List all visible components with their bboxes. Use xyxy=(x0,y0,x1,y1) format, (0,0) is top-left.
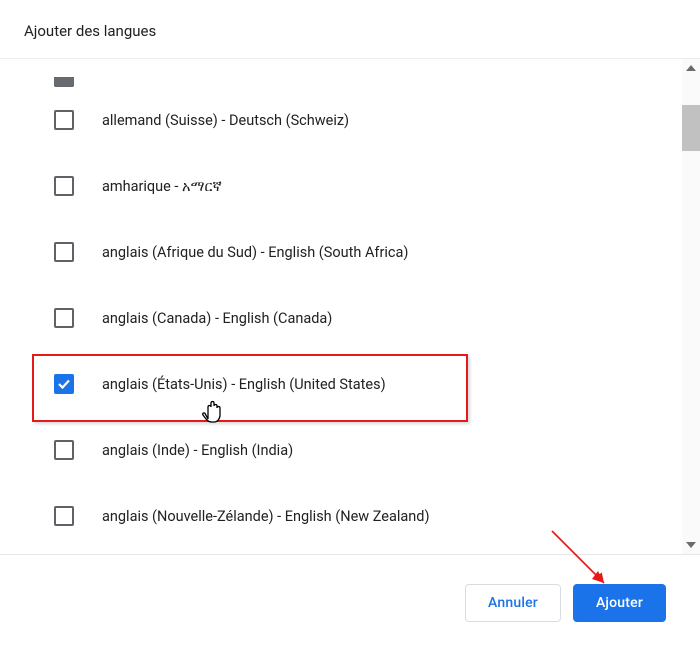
language-label[interactable]: anglais (Afrique du Sud) - English (Sout… xyxy=(102,244,408,261)
list-item[interactable]: allemand (Suisse) - Deutsch (Schweiz) xyxy=(40,87,682,153)
checkbox-icon[interactable] xyxy=(54,308,74,328)
list-item[interactable]: anglais (Nouvelle-Zélande) - English (Ne… xyxy=(40,483,682,549)
scroll-up-icon[interactable] xyxy=(685,59,697,77)
language-label[interactable]: anglais (Inde) - English (India) xyxy=(102,442,293,459)
add-button[interactable]: Ajouter xyxy=(573,584,666,622)
language-label[interactable]: anglais (Nouvelle-Zélande) - English (Ne… xyxy=(102,508,430,525)
dialog-title: Ajouter des langues xyxy=(0,0,700,59)
language-label[interactable]: anglais (Canada) - English (Canada) xyxy=(102,310,332,327)
scrollbar[interactable] xyxy=(682,59,700,554)
checkbox-icon[interactable] xyxy=(54,176,74,196)
scroll-down-icon[interactable] xyxy=(685,536,697,554)
checkbox-icon[interactable] xyxy=(54,110,74,130)
checkbox-icon[interactable] xyxy=(54,506,74,526)
list-item-partial-above xyxy=(40,59,682,87)
language-label[interactable]: amharique - አማርኛ xyxy=(102,178,222,195)
pointer-cursor-icon xyxy=(201,395,225,423)
checkbox-icon[interactable] xyxy=(54,440,74,460)
language-label[interactable]: anglais (États-Unis) - English (United S… xyxy=(102,376,386,393)
scroll-thumb[interactable] xyxy=(682,105,700,151)
cancel-button[interactable]: Annuler xyxy=(465,584,561,622)
list-item[interactable]: anglais (États-Unis) - English (United S… xyxy=(40,351,682,417)
list-item[interactable]: anglais (Afrique du Sud) - English (Sout… xyxy=(40,219,682,285)
checkbox-icon xyxy=(54,77,74,87)
checkbox-icon[interactable] xyxy=(54,242,74,262)
language-list: allemand (Suisse) - Deutsch (Schweiz) am… xyxy=(0,59,682,554)
language-list-scroll-region: allemand (Suisse) - Deutsch (Schweiz) am… xyxy=(0,59,700,555)
dialog-footer: Annuler Ajouter xyxy=(0,559,700,647)
list-item[interactable]: anglais (Canada) - English (Canada) xyxy=(40,285,682,351)
checkbox-icon[interactable] xyxy=(54,374,74,394)
list-item[interactable]: amharique - አማርኛ xyxy=(40,153,682,219)
language-label[interactable]: allemand (Suisse) - Deutsch (Schweiz) xyxy=(102,112,349,129)
list-item[interactable]: anglais (Inde) - English (India) xyxy=(40,417,682,483)
